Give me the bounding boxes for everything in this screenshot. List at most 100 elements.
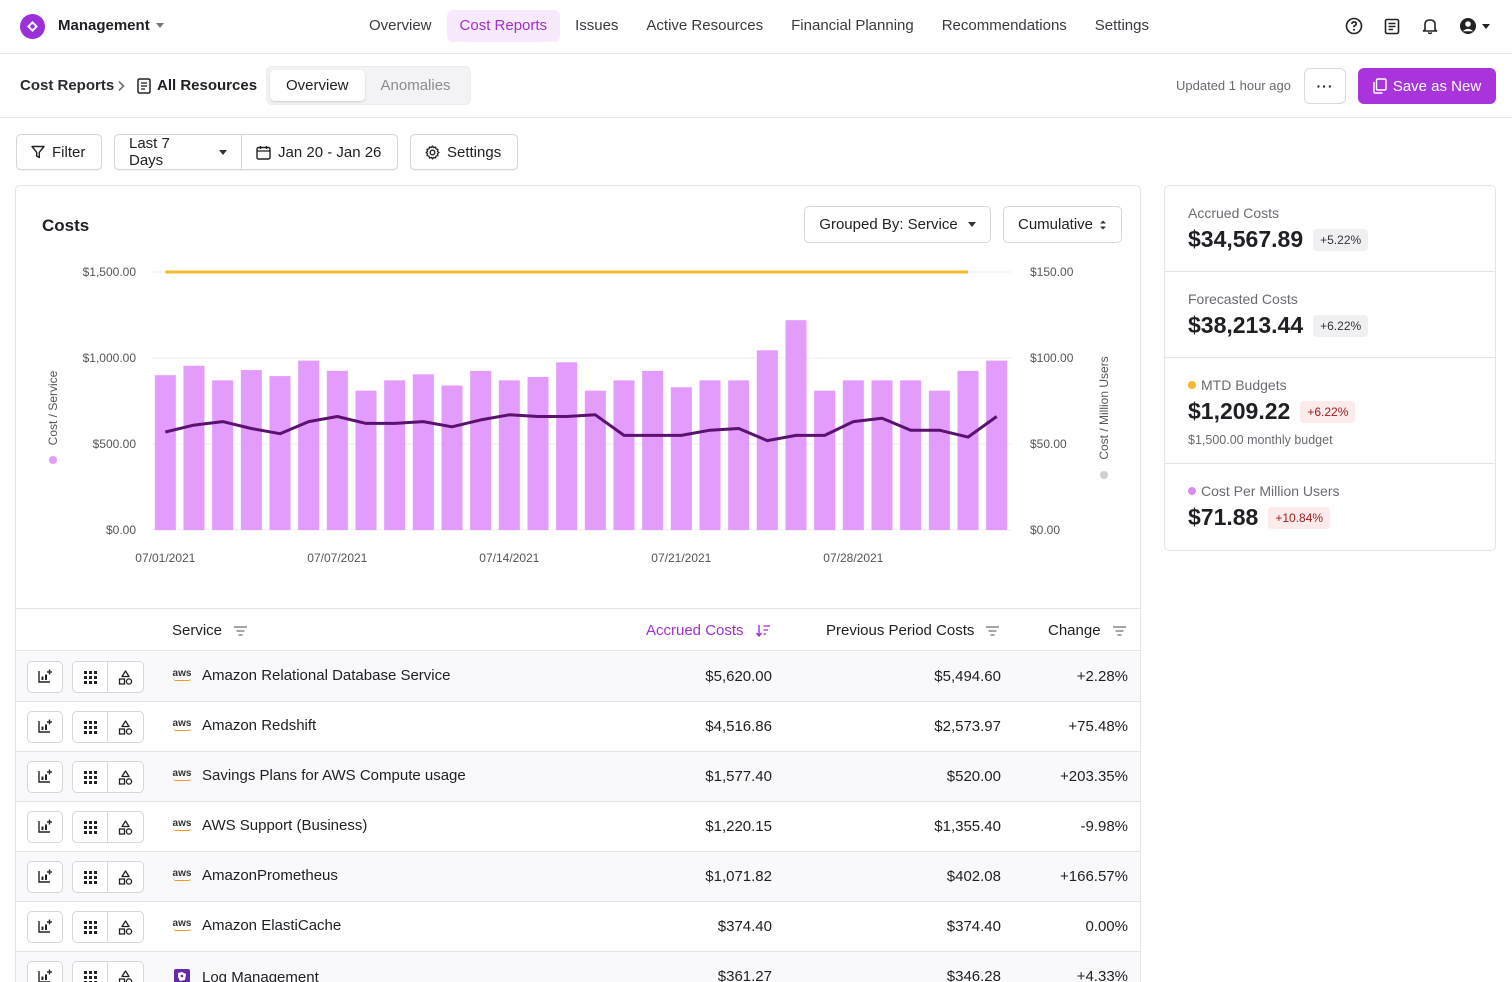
service-name: Log Management bbox=[202, 968, 319, 982]
row-actions bbox=[72, 861, 144, 893]
service-cell[interactable]: aws AmazonPrometheus bbox=[172, 867, 338, 884]
aws-logo-icon: aws bbox=[172, 818, 192, 831]
change-cell: +2.28% bbox=[1076, 668, 1128, 685]
updated-timestamp: Updated 1 hour ago bbox=[1176, 78, 1291, 93]
logo-icon[interactable] bbox=[20, 14, 45, 39]
column-service-label: Service bbox=[172, 622, 223, 639]
shapes-icon[interactable] bbox=[108, 762, 143, 792]
service-cell[interactable]: aws Amazon Relational Database Service bbox=[172, 667, 451, 684]
sub-header: Cost Reports All Resources Overview Anom… bbox=[0, 54, 1512, 118]
accrued-cell: $5,620.00 bbox=[705, 668, 772, 685]
filter-button[interactable]: Filter bbox=[16, 134, 102, 170]
gear-icon bbox=[425, 144, 440, 160]
service-cell[interactable]: aws Amazon ElastiCache bbox=[172, 917, 342, 934]
card-value-row: $71.88 +10.84% bbox=[1188, 504, 1472, 531]
add-chart-button[interactable] bbox=[27, 861, 63, 893]
grid-icon[interactable] bbox=[73, 712, 108, 742]
filter-lines-icon bbox=[1112, 625, 1126, 636]
delta-badge: +5.22% bbox=[1313, 228, 1369, 251]
shapes-icon[interactable] bbox=[108, 862, 143, 892]
more-icon: ··· bbox=[1316, 78, 1334, 94]
grid-icon[interactable] bbox=[73, 762, 108, 792]
column-service[interactable]: Service bbox=[172, 622, 248, 639]
service-name: Amazon Redshift bbox=[202, 717, 317, 734]
column-change[interactable]: Change bbox=[1048, 622, 1126, 639]
tab-overview[interactable]: Overview bbox=[270, 70, 365, 101]
bell-icon[interactable] bbox=[1420, 16, 1440, 36]
shapes-icon[interactable] bbox=[108, 662, 143, 692]
nav-link-financial-planning[interactable]: Financial Planning bbox=[778, 10, 927, 42]
chart-bar bbox=[240, 370, 262, 530]
grid-icon[interactable] bbox=[73, 862, 108, 892]
grid-icon[interactable] bbox=[73, 962, 108, 982]
service-cell[interactable]: aws AWS Support (Business) bbox=[172, 817, 368, 834]
date-picker[interactable]: Jan 20 - Jan 26 bbox=[241, 134, 398, 170]
service-name: Amazon ElastiCache bbox=[202, 917, 342, 934]
previous-cell: $1,355.40 bbox=[934, 818, 1001, 835]
service-cell[interactable]: aws Savings Plans for AWS Compute usage bbox=[172, 767, 466, 784]
table-row[interactable]: aws Amazon Relational Database Service $5,… bbox=[16, 652, 1140, 702]
summary-card: Cost Per Million Users $71.88 +10.84% bbox=[1165, 464, 1495, 550]
nav-link-cost-reports[interactable]: Cost Reports bbox=[446, 10, 561, 42]
chart-bar bbox=[298, 360, 320, 530]
x-tick-label: 07/01/2021 bbox=[135, 551, 195, 565]
table-row[interactable]: aws AWS Support (Business) $1,220.15 $1,355… bbox=[16, 802, 1140, 852]
add-chart-icon bbox=[37, 968, 53, 982]
more-options-button[interactable]: ··· bbox=[1304, 68, 1346, 104]
filter-label: Filter bbox=[52, 143, 86, 161]
table-row[interactable]: aws Savings Plans for AWS Compute usage $1… bbox=[16, 752, 1140, 802]
cost-chart: $1,500.00 $150.00 $1,000.00 $100.00 $500.00 $… bbox=[46, 265, 1111, 565]
card-label: Cost Per Million Users bbox=[1201, 483, 1340, 499]
nav-link-recommendations[interactable]: Recommendations bbox=[929, 10, 1080, 42]
legend-dot-icon bbox=[49, 456, 57, 464]
workspace-switcher[interactable]: Management bbox=[58, 17, 164, 34]
shapes-icon[interactable] bbox=[108, 962, 143, 982]
row-actions bbox=[72, 761, 144, 793]
x-tick-label: 07/14/2021 bbox=[479, 551, 539, 565]
shapes-icon[interactable] bbox=[108, 712, 143, 742]
grid-icon[interactable] bbox=[73, 662, 108, 692]
nav-link-overview[interactable]: Overview bbox=[356, 10, 445, 42]
help-icon[interactable] bbox=[1344, 16, 1364, 36]
chart-settings-button[interactable]: Settings bbox=[410, 134, 518, 170]
aws-logo-icon: aws bbox=[172, 668, 192, 681]
y-tick-label: $500.00 bbox=[93, 437, 137, 451]
nav-link-settings[interactable]: Settings bbox=[1082, 10, 1162, 42]
accrued-cell: $1,577.40 bbox=[705, 768, 772, 785]
add-chart-button[interactable] bbox=[27, 661, 63, 693]
tab-anomalies[interactable]: Anomalies bbox=[365, 70, 467, 101]
service-cell[interactable]: Log Management bbox=[172, 967, 319, 982]
legend-dot-icon bbox=[1188, 381, 1196, 389]
copy-icon bbox=[1373, 78, 1387, 94]
column-accrued[interactable]: Accrued Costs bbox=[646, 622, 771, 639]
chart-bar bbox=[814, 390, 836, 530]
date-range-select[interactable]: Last 7 Days bbox=[114, 134, 242, 170]
filter-lines-icon bbox=[234, 625, 248, 636]
y2-tick-label: $100.00 bbox=[1030, 351, 1074, 365]
column-previous[interactable]: Previous Period Costs bbox=[826, 622, 1000, 639]
add-chart-button[interactable] bbox=[27, 961, 63, 982]
breadcrumb-root[interactable]: Cost Reports bbox=[20, 77, 114, 94]
docs-icon[interactable] bbox=[1382, 16, 1402, 36]
shapes-icon[interactable] bbox=[108, 812, 143, 842]
chart-bar bbox=[900, 380, 922, 530]
add-chart-button[interactable] bbox=[27, 911, 63, 943]
table-row[interactable]: aws AmazonPrometheus $1,071.82 $402.08 +166.… bbox=[16, 852, 1140, 902]
breadcrumb-current-label: All Resources bbox=[157, 77, 258, 94]
table-row[interactable]: aws Amazon Redshift $4,516.86 $2,573.97 +75.… bbox=[16, 702, 1140, 752]
table-row[interactable]: aws Amazon ElastiCache $374.40 $374.40 0.00% bbox=[16, 902, 1140, 952]
add-chart-button[interactable] bbox=[27, 761, 63, 793]
user-menu[interactable] bbox=[1458, 16, 1490, 36]
nav-link-issues[interactable]: Issues bbox=[562, 10, 631, 42]
service-cell[interactable]: aws Amazon Redshift bbox=[172, 717, 317, 734]
grid-icon[interactable] bbox=[73, 912, 108, 942]
nav-link-active-resources[interactable]: Active Resources bbox=[633, 10, 776, 42]
add-chart-button[interactable] bbox=[27, 811, 63, 843]
card-label-row: Forecasted Costs bbox=[1188, 291, 1472, 307]
add-chart-button[interactable] bbox=[27, 711, 63, 743]
shapes-icon[interactable] bbox=[108, 912, 143, 942]
grid-icon[interactable] bbox=[73, 812, 108, 842]
add-chart-icon bbox=[37, 768, 53, 787]
save-as-new-button[interactable]: Save as New bbox=[1358, 68, 1496, 104]
table-row[interactable]: Log Management $361.27 $346.28 +4.33% bbox=[16, 952, 1140, 982]
